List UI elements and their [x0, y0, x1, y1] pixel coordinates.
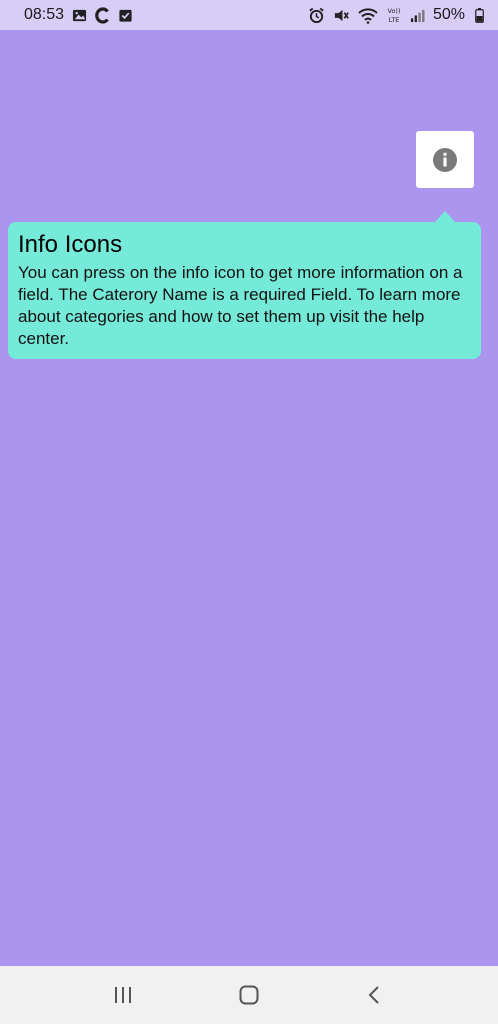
back-button[interactable]: [355, 975, 395, 1015]
wifi-icon: [358, 7, 378, 24]
svg-text:LTE: LTE: [389, 16, 400, 24]
status-left: 08:53: [24, 6, 133, 24]
recent-apps-icon: [115, 987, 131, 1003]
info-button[interactable]: [416, 131, 474, 188]
image-icon: [72, 8, 87, 23]
home-icon: [239, 985, 259, 1005]
recent-apps-button[interactable]: [103, 975, 143, 1015]
battery-icon: [475, 7, 484, 23]
tooltip-title: Info Icons: [18, 231, 123, 258]
navigation-bar: [0, 966, 498, 1024]
info-tooltip[interactable]: Info Icons You can press on the info ico…: [8, 222, 481, 359]
mute-icon: [333, 7, 350, 24]
volte-icon: Vo)) LTE: [386, 6, 402, 24]
alarm-icon: [308, 7, 325, 24]
status-bar: 08:53 Vo)) LTE 50%: [0, 0, 498, 30]
home-button[interactable]: [229, 975, 269, 1015]
info-icon: [433, 147, 457, 172]
status-right: Vo)) LTE 50%: [308, 6, 484, 24]
checkbox-icon: [118, 8, 133, 23]
back-icon: [368, 986, 379, 1004]
tooltip-body: You can press on the info icon to get mo…: [18, 263, 463, 348]
signal-icon: [410, 8, 425, 23]
c-app-icon: [95, 6, 110, 24]
status-time: 08:53: [24, 6, 65, 23]
battery-percentage: 50%: [432, 6, 465, 23]
svg-text:Vo)): Vo)): [387, 7, 400, 15]
